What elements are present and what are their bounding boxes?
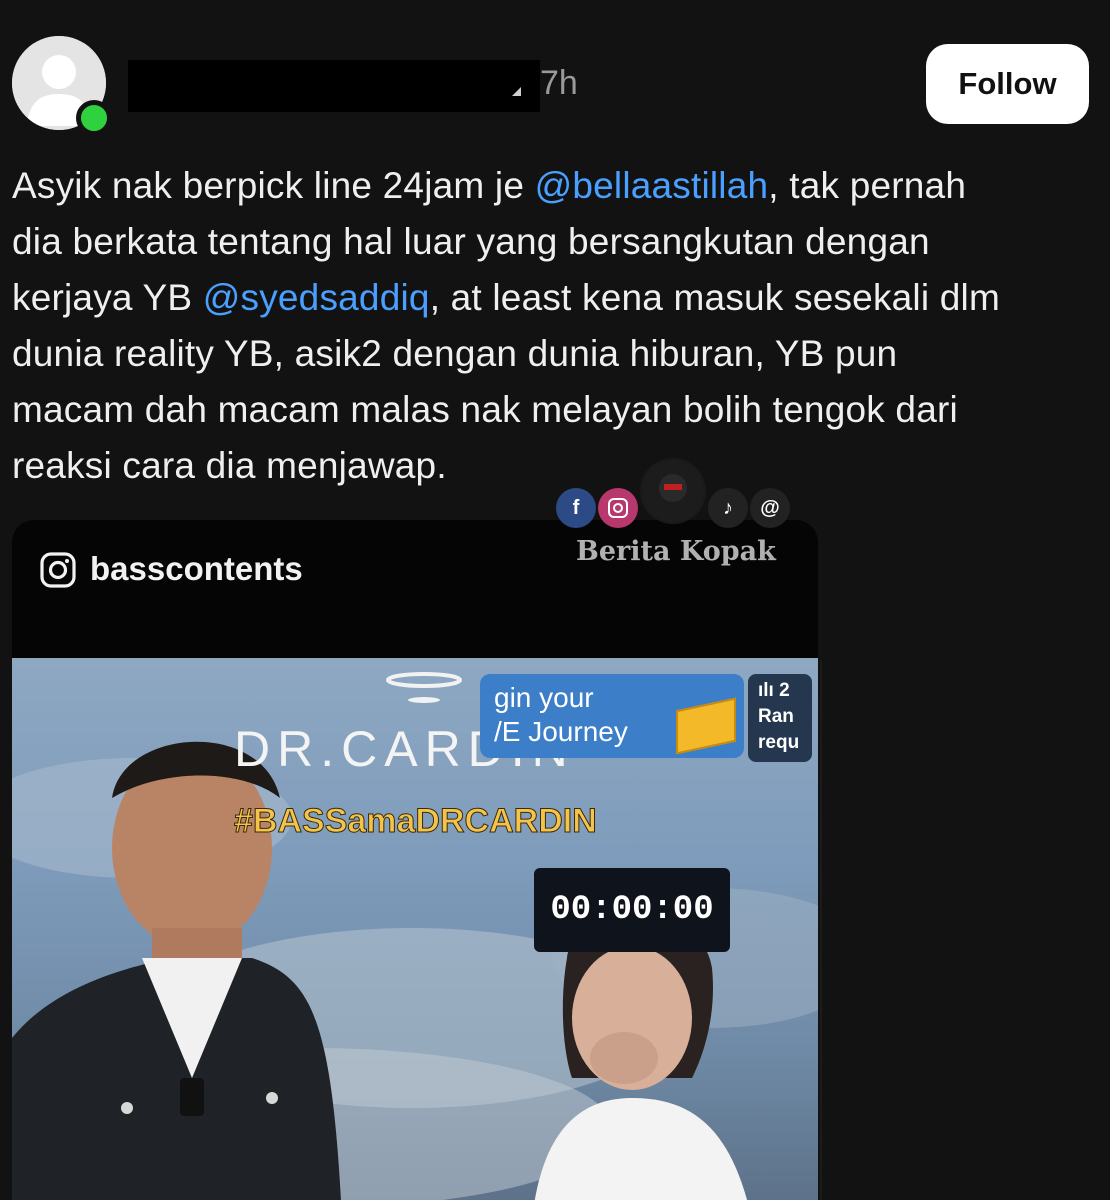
threads-icon: @ — [750, 488, 790, 528]
video-hashtag: #BASSamaDRCARDIN — [234, 802, 598, 841]
threads-post-screen: 7h Follow Asyik nak berpick line 24jam j… — [0, 0, 1110, 1200]
post-body: Asyik nak berpick line 24jam je @bellaas… — [12, 158, 1102, 494]
gift-box-icon — [676, 697, 736, 755]
side-card-line-1: ılı 2 — [758, 680, 790, 701]
post-text-segment: kerjaya YB — [12, 277, 203, 318]
post-text-line: dunia reality YB, asik2 dengan dunia hib… — [12, 326, 1102, 382]
post-text-segment: , tak pernah — [768, 165, 967, 206]
ranking-side-card[interactable]: ılı 2 Ran requ — [748, 674, 812, 762]
embed-username[interactable]: basscontents — [90, 550, 303, 588]
redacted-username — [128, 60, 540, 112]
ad-text-line-1: gin your — [494, 682, 594, 713]
instagram-icon — [40, 552, 76, 588]
post-text-segment: reaksi cara dia menjawap. — [12, 445, 447, 486]
divider — [820, 660, 822, 1200]
post-text-line: dia berkata tentang hal luar yang bersan… — [12, 214, 1102, 270]
facebook-icon: f — [556, 488, 596, 528]
ad-banner[interactable]: gin your /E Journey — [480, 674, 744, 758]
post-text-segment: , at least kena masuk sesekali dlm — [429, 277, 1000, 318]
post-text-line: macam dah macam malas nak melayan bolih … — [12, 382, 1102, 438]
watermark: f ♪ @ Berita Kopak — [552, 458, 792, 578]
watermark-text: Berita Kopak — [576, 536, 776, 567]
tiktok-icon: ♪ — [708, 488, 748, 528]
post-text-segment: dia berkata tentang hal luar yang bersan… — [12, 221, 930, 262]
post-text-line: Asyik nak berpick line 24jam je @bellaas… — [12, 158, 1102, 214]
video-player[interactable]: DR.CARDIN #BASSamaDRCARDIN gin your /E J… — [12, 658, 818, 1200]
post-text-segment: Asyik nak berpick line 24jam je — [12, 165, 535, 206]
side-card-line-2: Ran — [758, 706, 794, 727]
mention-link[interactable]: @bellaastillah — [535, 165, 769, 206]
post-text-line: kerjaya YB @syedsaddiq, at least kena ma… — [12, 270, 1102, 326]
online-status-indicator — [76, 100, 112, 136]
embedded-media-card[interactable]: basscontents DR.CARDIN #BASSamaDRCARDIN … — [12, 520, 818, 1200]
instagram-icon — [598, 488, 638, 528]
follow-button[interactable]: Follow — [926, 44, 1089, 124]
countdown-timer: 00:00:00 — [534, 868, 730, 952]
mention-link[interactable]: @syedsaddiq — [203, 277, 430, 318]
ad-text-line-2: /E Journey — [494, 716, 628, 747]
side-card-line-3: requ — [758, 732, 800, 753]
post-text-segment: dunia reality YB, asik2 dengan dunia hib… — [12, 333, 898, 374]
post-timestamp: 7h — [540, 64, 578, 102]
post-text-segment: macam dah macam malas nak melayan bolih … — [12, 389, 958, 430]
mascot-icon — [640, 458, 706, 524]
